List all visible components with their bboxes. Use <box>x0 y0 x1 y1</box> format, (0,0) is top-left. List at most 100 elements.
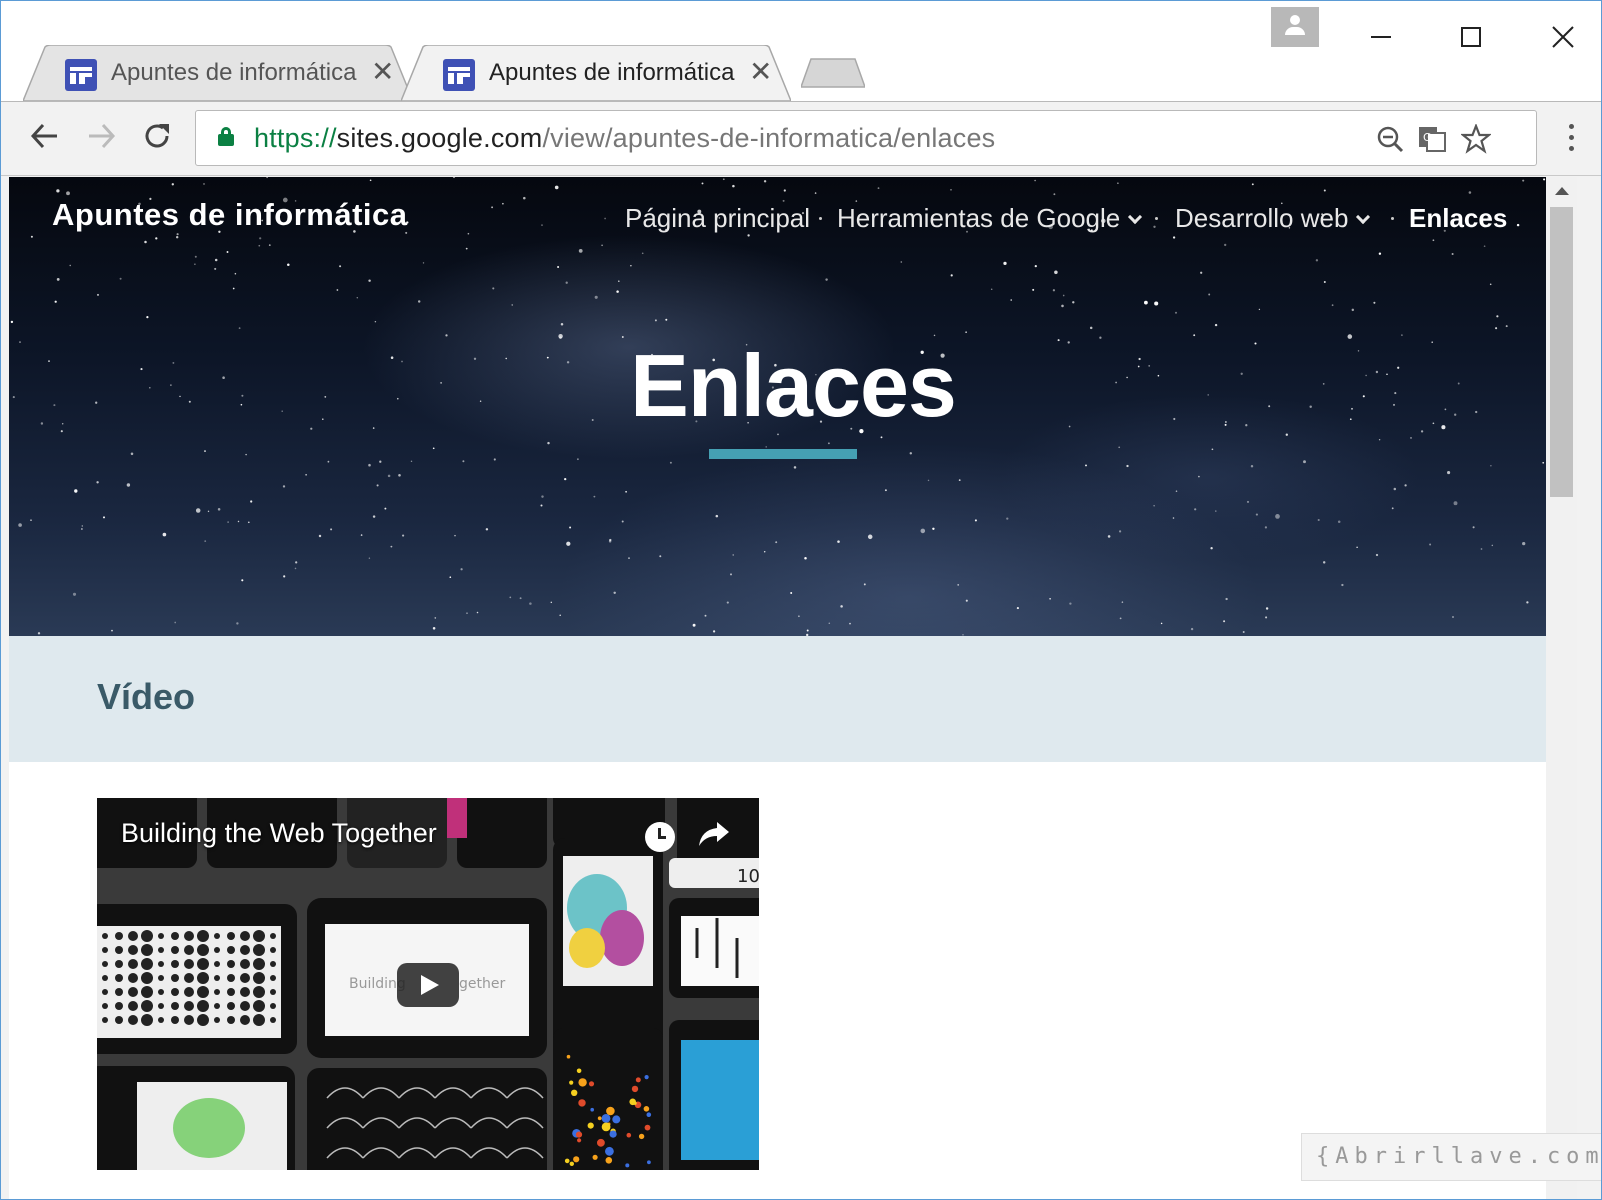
halftone-dot <box>115 1016 123 1024</box>
star <box>1317 518 1320 522</box>
nav-item-pagina-principal[interactable]: Página principal <box>625 203 810 234</box>
tab-2-close-icon[interactable]: ✕ <box>749 55 772 88</box>
scrollbar-thumb[interactable] <box>1550 207 1573 497</box>
star <box>1153 225 1156 228</box>
star <box>1126 464 1129 468</box>
new-tab-button[interactable] <box>799 57 867 89</box>
site-title[interactable]: Apuntes de informática <box>52 197 408 233</box>
nav-separator <box>1391 217 1394 220</box>
close-window-icon[interactable] <box>1541 15 1585 59</box>
spark <box>587 1122 594 1129</box>
url-host: sites.google.com <box>336 123 543 153</box>
halftone-dot <box>227 1002 235 1010</box>
star <box>1246 500 1250 503</box>
halftone-dot <box>102 975 108 981</box>
scroll-up-arrow-icon[interactable] <box>1555 187 1569 195</box>
nav-item-desarrollo-web[interactable]: Desarrollo web <box>1175 203 1371 234</box>
halftone-dot <box>240 959 250 969</box>
star <box>368 279 371 282</box>
halftone-dot <box>141 944 153 956</box>
halftone-dot <box>115 932 123 940</box>
star <box>732 554 734 556</box>
star <box>1214 323 1218 327</box>
star <box>247 521 250 524</box>
spark <box>588 1081 595 1087</box>
halftone-dot <box>197 986 209 998</box>
star <box>957 584 960 586</box>
star <box>511 304 513 306</box>
halftone-dot <box>253 958 265 970</box>
reload-icon[interactable] <box>135 114 179 158</box>
forward-arrow-icon[interactable] <box>79 114 123 158</box>
halftone-dot <box>240 973 250 983</box>
star <box>1543 178 1546 181</box>
bookmark-star-icon[interactable] <box>1458 121 1494 157</box>
profile-icon[interactable] <box>1271 7 1319 47</box>
star <box>250 500 253 503</box>
watch-later-icon[interactable] <box>645 822 675 852</box>
star <box>1200 271 1203 274</box>
maximize-icon[interactable] <box>1449 15 1493 59</box>
browser-window: Apuntes de informática ✕ Apuntes de info… <box>0 0 1602 1200</box>
star <box>1516 223 1520 227</box>
tab-1[interactable]: Apuntes de informática ✕ <box>23 45 413 101</box>
star <box>238 327 241 329</box>
star <box>608 540 612 543</box>
star <box>547 441 550 445</box>
zoom-icon[interactable] <box>1372 121 1408 157</box>
spark <box>578 1078 587 1087</box>
star <box>1378 438 1381 441</box>
star <box>1250 464 1254 468</box>
tab-1-close-icon[interactable]: ✕ <box>371 55 394 88</box>
translate-icon[interactable]: G <box>1414 121 1450 157</box>
minimize-icon[interactable] <box>1359 15 1403 59</box>
star <box>259 237 262 240</box>
share-icon[interactable] <box>697 820 733 850</box>
spark <box>635 1077 641 1083</box>
star <box>214 267 217 270</box>
star <box>465 247 468 250</box>
halftone-dot <box>227 974 235 982</box>
star <box>950 274 953 277</box>
tab-2[interactable]: Apuntes de informática - ✕ <box>401 45 791 101</box>
video-title[interactable]: Building the Web Together <box>121 818 437 849</box>
star <box>1121 601 1124 603</box>
nav-item-enlaces[interactable]: Enlaces <box>1409 203 1507 234</box>
star <box>540 504 543 507</box>
star <box>1323 281 1326 283</box>
halftone-dot <box>270 1003 276 1009</box>
star <box>460 568 463 571</box>
address-bar[interactable]: https://sites.google.com/view/apuntes-de… <box>195 110 1537 166</box>
halftone-dot <box>158 989 164 995</box>
star <box>782 199 785 202</box>
star <box>541 495 544 498</box>
play-button[interactable] <box>397 963 459 1007</box>
halftone-dot <box>240 945 250 955</box>
star <box>176 236 179 239</box>
spark <box>597 1116 602 1121</box>
star <box>775 541 778 544</box>
star <box>669 461 672 464</box>
vertical-scrollbar[interactable] <box>1546 177 1577 1199</box>
star <box>1542 461 1545 464</box>
star <box>207 510 210 513</box>
back-arrow-icon[interactable] <box>23 114 67 158</box>
star <box>144 240 147 244</box>
nav-item-herramientas-de-google[interactable]: Herramientas de Google <box>837 203 1143 234</box>
spark <box>647 1160 651 1165</box>
url-text[interactable]: https://sites.google.com/view/apuntes-de… <box>254 123 995 154</box>
star <box>462 460 465 463</box>
halftone-dot <box>214 933 220 939</box>
browser-menu-icon[interactable] <box>1561 124 1581 160</box>
star <box>1144 300 1148 305</box>
star <box>245 453 247 456</box>
star <box>305 474 307 476</box>
youtube-video-embed[interactable]: Building gether 10 Building the Web Toge… <box>97 798 759 1170</box>
star <box>659 555 662 558</box>
star <box>1215 510 1217 512</box>
nav-label: Herramientas de Google <box>837 203 1121 233</box>
halftone-dot <box>184 931 194 941</box>
halftone-dot <box>214 1003 220 1009</box>
star <box>1393 487 1397 491</box>
star <box>204 540 207 542</box>
